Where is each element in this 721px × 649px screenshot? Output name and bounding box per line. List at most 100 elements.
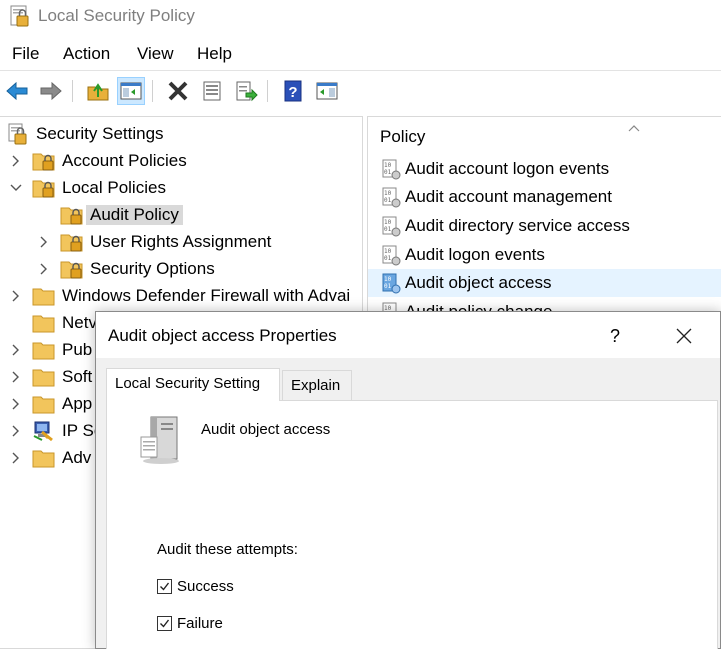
chevron-right-icon[interactable] <box>37 235 51 249</box>
locked-folder-icon <box>60 258 84 280</box>
tree-item-security-settings[interactable]: Security Settings <box>6 121 164 147</box>
policy-item-icon: 1001 <box>380 272 402 294</box>
toolbar-separator <box>72 80 73 102</box>
folder-icon <box>32 312 56 334</box>
svg-text:10: 10 <box>384 248 392 255</box>
list-item-selected[interactable]: 10 01 Audit object access <box>368 269 721 297</box>
server-icon <box>137 415 183 465</box>
tree-item-security-options[interactable]: Security Options <box>60 256 215 282</box>
tree-item-ip-security[interactable]: IP Se <box>32 418 103 444</box>
tree-label: User Rights Assignment <box>90 232 272 251</box>
list-item-label: Audit object access <box>405 273 552 292</box>
close-icon[interactable] <box>668 320 700 352</box>
menu-action[interactable]: Action <box>63 44 110 64</box>
failure-checkbox[interactable] <box>157 615 172 631</box>
tree-label: Windows Defender Firewall with Advai <box>62 286 351 305</box>
locked-folder-icon <box>32 150 56 172</box>
show-action-pane-icon[interactable] <box>313 77 341 105</box>
tree-item-software-restriction[interactable]: Soft <box>32 364 92 390</box>
policy-item-icon: 1001 <box>380 244 402 266</box>
menu-file[interactable]: File <box>12 44 39 64</box>
tree-item-user-rights[interactable]: User Rights Assignment <box>60 229 271 255</box>
dialog-help-button[interactable]: ? <box>600 322 630 350</box>
dialog-title-bar[interactable]: Audit object access Properties ? <box>96 312 720 358</box>
up-folder-icon[interactable] <box>84 77 112 105</box>
list-item[interactable]: 10 01 Audit directory service access <box>368 212 721 240</box>
policy-item-icon: 1001 <box>380 215 402 237</box>
folder-icon <box>32 393 56 415</box>
locked-folder-icon <box>60 204 84 226</box>
tree-label: Account Policies <box>62 151 187 170</box>
chevron-right-icon[interactable] <box>9 154 23 168</box>
tree-item-public-key[interactable]: Pub <box>32 337 92 363</box>
tree-item-audit-policy[interactable]: Audit Policy <box>60 202 183 228</box>
folder-icon <box>32 339 56 361</box>
svg-text:01: 01 <box>384 197 392 204</box>
tree-label: Local Policies <box>62 178 166 197</box>
chevron-right-icon[interactable] <box>9 343 23 357</box>
window-title: Local Security Policy <box>38 6 195 25</box>
list-item[interactable]: 10 01 Audit logon events <box>368 241 721 269</box>
help-icon[interactable]: ? <box>279 77 307 105</box>
delete-icon[interactable] <box>164 77 192 105</box>
toolbar: ? <box>0 70 721 110</box>
list-item[interactable]: 10 01 Audit account management <box>368 183 721 211</box>
list-item-label: Audit logon events <box>405 245 545 264</box>
chevron-right-icon[interactable] <box>9 289 23 303</box>
chevron-right-icon[interactable] <box>9 451 23 465</box>
chevron-right-icon[interactable] <box>37 262 51 276</box>
security-policy-icon <box>8 4 32 28</box>
policy-name: Audit object access <box>201 421 331 438</box>
tree-label: Netv <box>62 313 97 332</box>
policy-item-icon: 1001 <box>380 186 402 208</box>
folder-icon <box>32 285 56 307</box>
svg-text:10: 10 <box>384 219 392 226</box>
svg-text:01: 01 <box>384 283 392 290</box>
chevron-right-icon[interactable] <box>9 424 23 438</box>
folder-icon <box>32 447 56 469</box>
tab-local-security-setting[interactable]: Local Security Setting <box>106 368 280 401</box>
export-list-icon[interactable] <box>232 77 260 105</box>
menu-help[interactable]: Help <box>197 44 232 64</box>
success-label: Success <box>177 577 234 595</box>
menu-view[interactable]: View <box>137 44 174 64</box>
properties-dialog: Audit object access Properties ? Local S… <box>95 311 721 649</box>
list-item-label: Audit directory service access <box>405 216 630 235</box>
show-hide-tree-icon[interactable] <box>117 77 145 105</box>
locked-folder-icon <box>60 231 84 253</box>
toolbar-separator <box>152 80 153 102</box>
ip-security-icon <box>32 420 56 442</box>
chevron-down-icon[interactable] <box>9 181 23 195</box>
tree-label: Pub <box>62 340 93 359</box>
toolbar-separator <box>267 80 268 102</box>
failure-checkbox-row[interactable]: Failure <box>157 612 223 634</box>
tree-item-network-list[interactable]: Netv <box>32 310 97 336</box>
properties-icon[interactable] <box>198 77 226 105</box>
success-checkbox-row[interactable]: Success <box>157 575 234 597</box>
svg-text:10: 10 <box>384 162 392 169</box>
folder-icon <box>32 366 56 388</box>
dialog-title: Audit object access Properties <box>108 326 337 345</box>
tree-item-firewall[interactable]: Windows Defender Firewall with Advai <box>32 283 350 309</box>
svg-text:10: 10 <box>384 276 392 283</box>
chevron-right-icon[interactable] <box>9 370 23 384</box>
tree-label: App <box>62 394 93 413</box>
svg-text:01: 01 <box>384 226 392 233</box>
svg-text:01: 01 <box>384 169 392 176</box>
chevron-right-icon[interactable] <box>9 397 23 411</box>
audit-attempts-label: Audit these attempts: <box>157 541 298 558</box>
tree-item-local-policies[interactable]: Local Policies <box>32 175 166 201</box>
tree-label: Soft <box>62 367 93 386</box>
tab-explain[interactable]: Explain <box>282 370 352 400</box>
forward-arrow-icon[interactable] <box>37 77 65 105</box>
tree-item-applocker[interactable]: App <box>32 391 92 417</box>
success-checkbox[interactable] <box>157 578 172 594</box>
menu-bar: File Action View Help <box>0 40 721 70</box>
list-item[interactable]: 10 01 Audit account logon events <box>368 155 721 183</box>
tree-item-advanced-audit[interactable]: Adv <box>32 445 91 471</box>
back-arrow-icon[interactable] <box>3 77 31 105</box>
policy-column-header[interactable]: Policy <box>380 127 425 147</box>
svg-text:?: ? <box>288 84 297 101</box>
svg-text:10: 10 <box>384 190 392 197</box>
tree-item-account-policies[interactable]: Account Policies <box>32 148 187 174</box>
